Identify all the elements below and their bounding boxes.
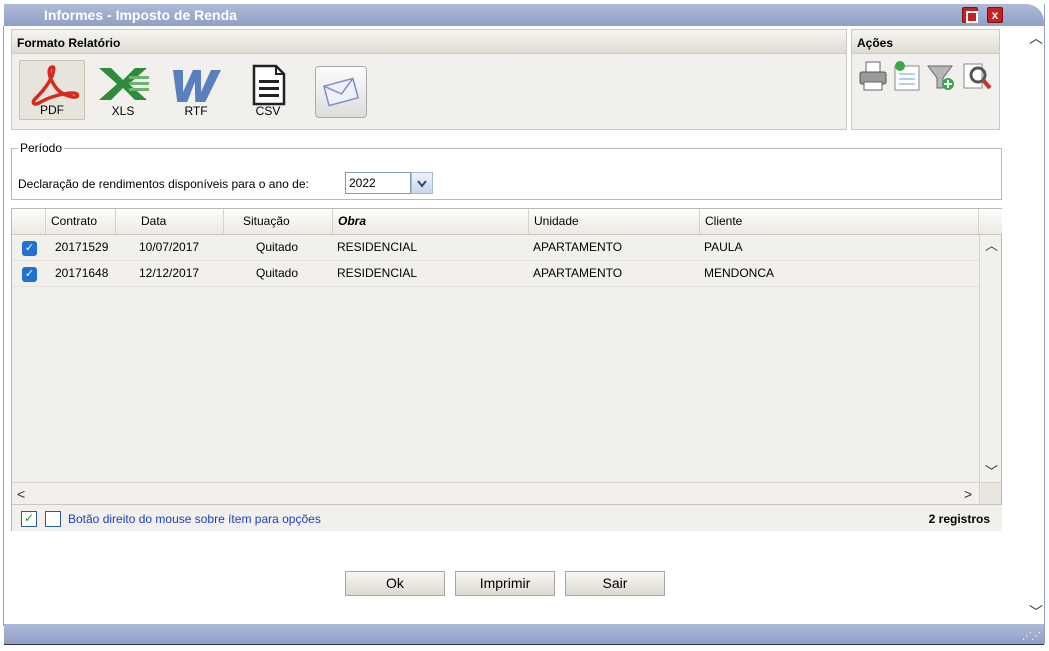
cell-cliente: PAULA <box>704 240 743 254</box>
actions-panel-title: Ações <box>852 30 999 54</box>
row-checkbox[interactable]: ✓ <box>22 267 37 282</box>
cell-unidade: APARTAMENTO <box>533 266 623 280</box>
format-pdf-button[interactable]: PDF <box>19 60 85 120</box>
format-panel-title: Formato Relatório <box>12 30 846 54</box>
cell-unidade: APARTAMENTO <box>533 240 623 254</box>
chevron-down-icon[interactable]: ﹀ <box>1029 602 1043 622</box>
format-rtf-button[interactable]: RTF <box>163 60 229 120</box>
chevron-left-icon[interactable]: < <box>17 486 25 502</box>
chevron-right-icon[interactable]: > <box>964 486 972 502</box>
pdf-icon <box>31 65 80 106</box>
ok-button[interactable]: Ok <box>345 571 445 596</box>
header-situacao[interactable]: Situação <box>224 209 333 234</box>
scrollbar-corner <box>979 482 1001 504</box>
year-dropdown-button[interactable] <box>411 172 433 194</box>
window-title: Informes - Imposto de Renda <box>44 7 237 23</box>
window-vertical-scrollbar[interactable]: ︿ ﹀ <box>1025 26 1044 624</box>
print-button[interactable]: Imprimir <box>455 571 555 596</box>
deselect-all-checkbox[interactable] <box>45 511 61 527</box>
search-document-action-button[interactable] <box>962 58 992 94</box>
cell-contrato: 20171529 <box>55 240 109 254</box>
cell-cliente: MENDONCA <box>704 266 775 280</box>
grid-header: Contrato Data Situação Obra Unidade Clie… <box>12 209 1002 235</box>
period-group: Período Declaração de rendimentos dispon… <box>11 141 1002 200</box>
year-label: Declaração de rendimentos disponíveis pa… <box>18 177 309 191</box>
maximize-button[interactable] <box>962 7 978 23</box>
cell-situacao: Quitado <box>256 240 299 254</box>
document-add-icon <box>894 61 920 91</box>
grid-vertical-scrollbar[interactable]: ︿ ﹀ <box>979 235 1001 483</box>
format-csv-button[interactable]: CSV <box>235 60 301 120</box>
format-xls-button[interactable]: XLS <box>90 60 156 120</box>
header-select-column[interactable] <box>12 209 46 234</box>
search-document-icon <box>963 63 992 90</box>
add-filter-action-button[interactable] <box>926 58 956 94</box>
close-button[interactable]: x <box>987 7 1003 23</box>
cell-situacao: Quitado <box>256 266 299 280</box>
header-contrato[interactable]: Contrato <box>46 209 116 234</box>
select-all-checkbox[interactable] <box>21 511 37 527</box>
header-obra[interactable]: Obra <box>333 209 529 234</box>
format-rtf-label: RTF <box>184 104 208 118</box>
envelope-icon <box>323 77 359 107</box>
new-document-action-button[interactable] <box>891 58 921 94</box>
report-window: Informes - Imposto de Renda x Formato Re… <box>0 0 1049 651</box>
contracts-grid: Contrato Data Situação Obra Unidade Clie… <box>11 208 1002 531</box>
chevron-down-icon <box>417 180 427 188</box>
cell-data: 12/12/2017 <box>139 266 200 280</box>
print-action-button[interactable] <box>858 58 888 94</box>
window-right-border <box>1044 4 1045 644</box>
exit-button[interactable]: Sair <box>565 571 665 596</box>
table-row[interactable]: ✓ 20171648 12/12/2017 Quitado RESIDENCIA… <box>12 261 979 287</box>
cell-obra: RESIDENCIAL <box>337 266 418 280</box>
chevron-down-icon[interactable]: ﹀ <box>985 461 998 480</box>
header-unidade[interactable]: Unidade <box>529 209 700 234</box>
format-pdf-label: PDF <box>40 103 64 117</box>
window-left-border <box>3 26 4 626</box>
year-select[interactable]: 2022 <box>345 172 411 194</box>
printer-icon <box>859 61 887 91</box>
grid-hint: Botão direito do mouse sobre ítem para o… <box>68 512 321 526</box>
cell-obra: RESIDENCIAL <box>337 240 418 254</box>
row-checkbox[interactable]: ✓ <box>22 241 37 256</box>
status-bar: ⋰⋰ <box>4 624 1044 645</box>
period-legend: Período <box>20 141 63 155</box>
resize-grip-icon[interactable]: ⋰⋰ <box>1022 631 1041 642</box>
chevron-up-icon[interactable]: ︿ <box>1029 28 1043 48</box>
format-csv-label: CSV <box>255 104 281 118</box>
filter-add-icon <box>927 65 954 90</box>
grid-footer: Botão direito do mouse sobre ítem para o… <box>12 504 1002 531</box>
xls-icon <box>99 68 149 100</box>
grid-body: ✓ 20171529 10/07/2017 Quitado RESIDENCIA… <box>12 235 979 479</box>
header-data[interactable]: Data <box>116 209 224 234</box>
title-bar[interactable]: Informes - Imposto de Renda x <box>4 4 1044 26</box>
grid-horizontal-scrollbar[interactable]: < > <box>12 482 979 504</box>
table-row[interactable]: ✓ 20171529 10/07/2017 Quitado RESIDENCIA… <box>12 235 979 261</box>
cell-contrato: 20171648 <box>55 266 109 280</box>
header-cliente[interactable]: Cliente <box>700 209 979 234</box>
cell-data: 10/07/2017 <box>139 240 200 254</box>
rtf-icon <box>172 70 221 102</box>
format-xls-label: XLS <box>111 104 135 118</box>
record-count: 2 registros <box>928 512 990 526</box>
chevron-up-icon[interactable]: ︿ <box>985 235 998 254</box>
csv-icon <box>252 64 286 106</box>
email-button[interactable] <box>315 66 367 118</box>
